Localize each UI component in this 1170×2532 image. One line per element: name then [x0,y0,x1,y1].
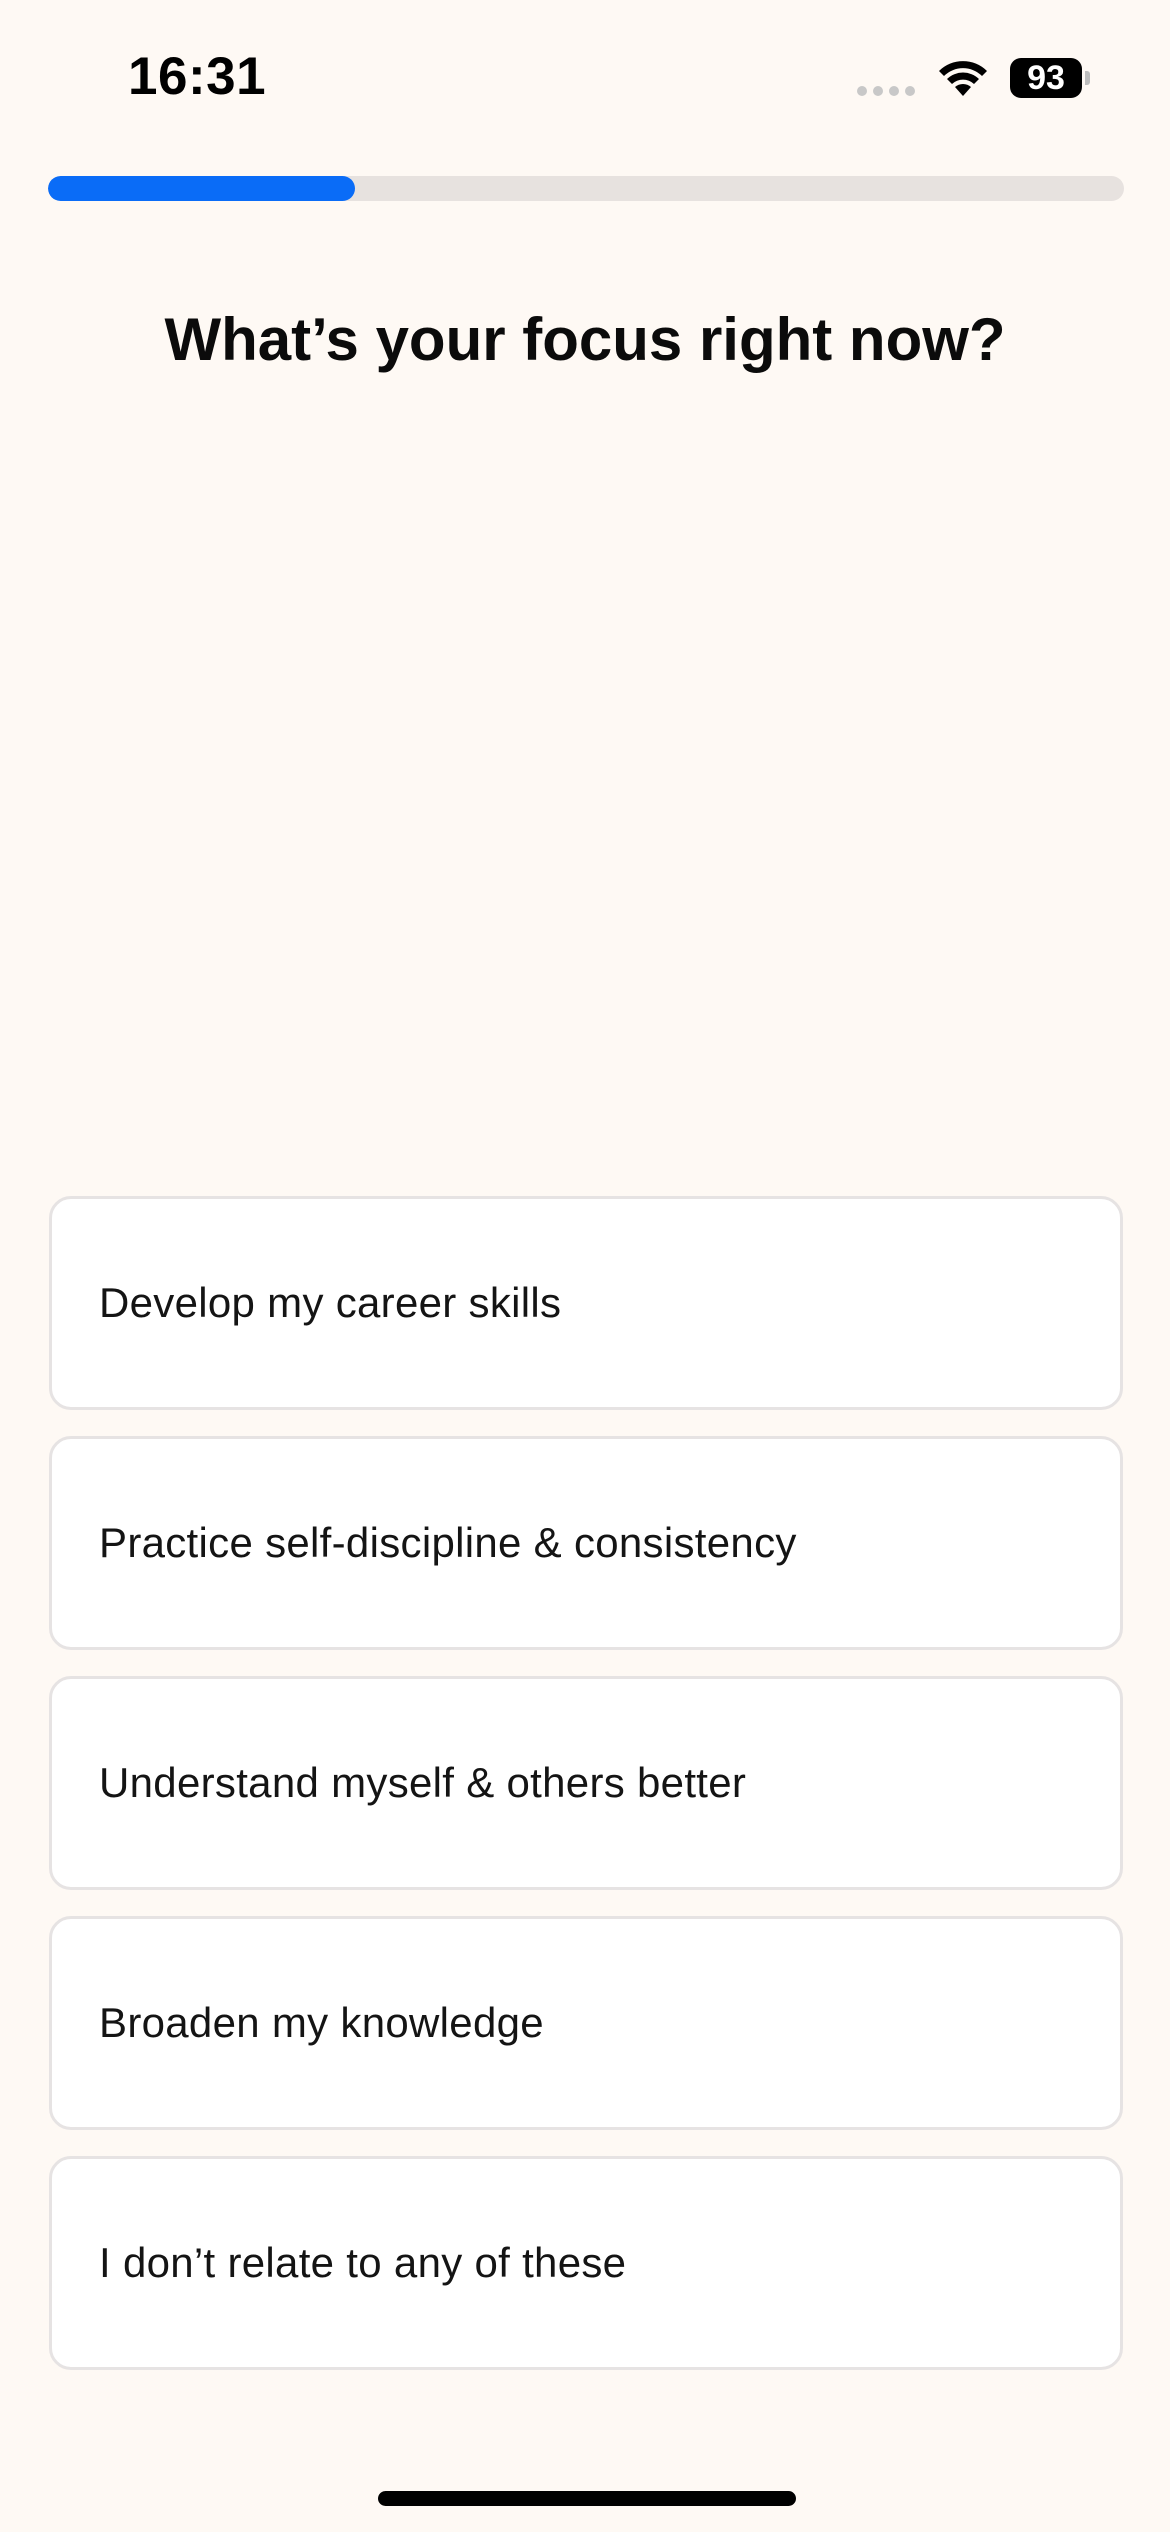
option-label: Broaden my knowledge [99,1999,544,2046]
cellular-dots-icon [857,86,915,96]
option-label: Practice self-discipline & consistency [99,1519,797,1566]
battery-tip [1085,71,1090,85]
progress-fill [48,176,355,201]
wifi-icon [939,61,987,96]
option-label: I don’t relate to any of these [99,2239,627,2286]
battery-level: 93 [1010,58,1082,98]
home-indicator[interactable] [378,2491,796,2506]
option-label: Understand myself & others better [99,1759,747,1806]
status-time: 16:31 [128,47,267,106]
option-practice-self-discipline[interactable]: Practice self-discipline & consistency [49,1436,1123,1650]
question-title: What’s your focus right now? [164,306,1006,373]
option-none-of-these[interactable]: I don’t relate to any of these [49,2156,1123,2370]
option-broaden-knowledge[interactable]: Broaden my knowledge [49,1916,1123,2130]
status-bar: 16:31 93 [0,0,1170,150]
option-understand-myself-others[interactable]: Understand myself & others better [49,1676,1123,1890]
progress-bar [48,176,1124,201]
options-list: Develop my career skills Practice self-d… [49,1196,1123,2396]
option-label: Develop my career skills [99,1279,562,1326]
option-develop-career-skills[interactable]: Develop my career skills [49,1196,1123,1410]
battery-icon: 93 [1010,58,1090,98]
